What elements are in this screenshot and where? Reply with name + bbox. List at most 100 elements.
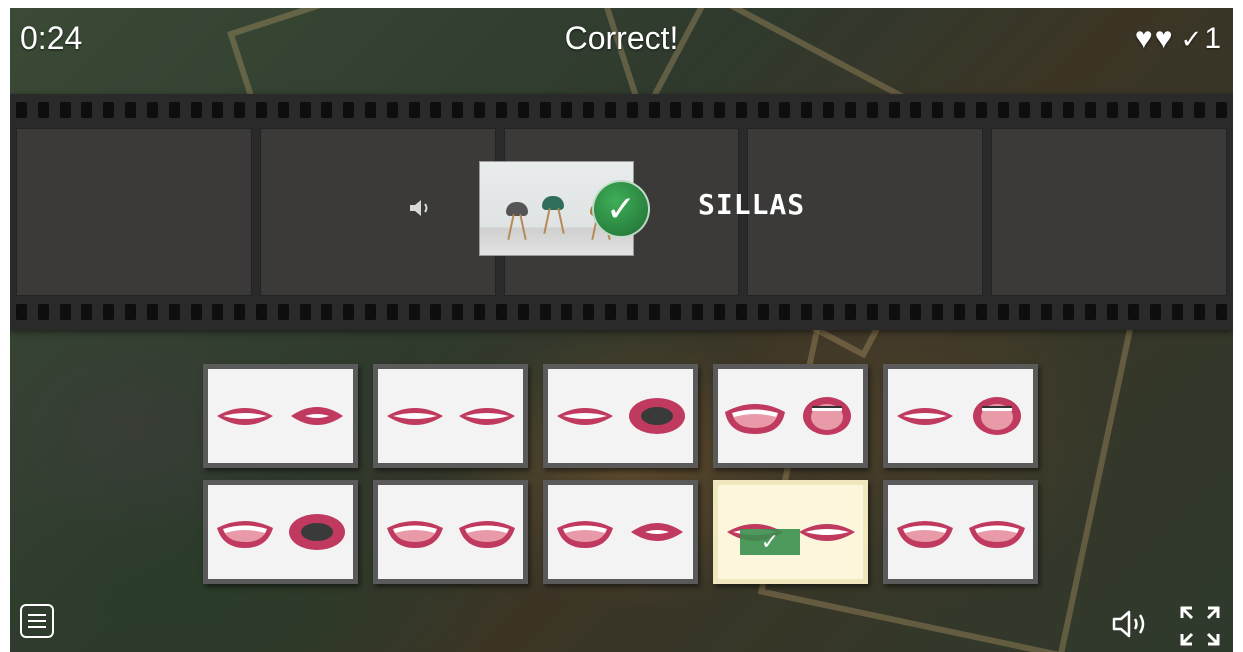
film-hole — [430, 102, 442, 118]
lips-wide-smile-icon — [798, 524, 855, 541]
lips-wide-smile-icon — [458, 408, 515, 425]
film-hole — [997, 304, 1009, 320]
film-hole — [1019, 304, 1031, 320]
film-hole — [1215, 304, 1227, 320]
film-hole — [583, 304, 595, 320]
check-circle-icon: ✓ — [592, 180, 650, 238]
film-hole — [1041, 304, 1053, 320]
answer-card[interactable] — [713, 364, 868, 468]
lips-small-open-icon — [290, 407, 343, 425]
answer-card[interactable] — [883, 364, 1038, 468]
speaker-small-icon[interactable] — [408, 198, 434, 218]
lips-open-wide-icon — [724, 404, 785, 434]
chair-leg — [543, 208, 551, 234]
menu-line — [28, 614, 46, 616]
correct-check-icon: ✓ — [740, 529, 800, 555]
target-word: SILLAS — [698, 188, 806, 221]
check-icon: ✓ — [1180, 23, 1203, 54]
film-hole — [539, 102, 551, 118]
film-hole — [495, 102, 507, 118]
film-hole — [212, 102, 224, 118]
answer-card[interactable] — [883, 480, 1038, 584]
film-hole — [452, 102, 464, 118]
lips-open-tall-icon — [972, 397, 1021, 435]
answer-card[interactable]: ✓ — [713, 480, 868, 584]
film-hole — [168, 102, 180, 118]
answer-card[interactable] — [543, 364, 698, 468]
film-hole — [1084, 102, 1096, 118]
film-hole — [212, 304, 224, 320]
chair-image — [542, 196, 564, 210]
fullscreen-icon[interactable] — [1178, 604, 1222, 648]
film-hole — [16, 304, 27, 320]
film-hole — [844, 304, 856, 320]
film-hole — [37, 304, 49, 320]
film-hole — [844, 102, 856, 118]
film-hole — [1106, 304, 1118, 320]
film-hole — [866, 304, 878, 320]
film-hole — [103, 102, 115, 118]
answer-card[interactable] — [203, 364, 358, 468]
film-hole — [997, 102, 1009, 118]
film-hole — [648, 102, 660, 118]
film-hole — [321, 304, 333, 320]
menu-icon[interactable] — [20, 604, 54, 638]
lips-open-smile-icon — [896, 521, 953, 548]
film-hole — [1215, 102, 1227, 118]
film-hole — [517, 304, 529, 320]
chair-leg — [557, 208, 565, 234]
film-hole — [1193, 102, 1205, 118]
film-hole — [495, 304, 507, 320]
film-hole — [670, 304, 682, 320]
film-hole — [474, 304, 486, 320]
film-hole — [190, 304, 202, 320]
film-hole — [125, 304, 137, 320]
film-hole — [692, 102, 704, 118]
film-hole — [146, 304, 158, 320]
menu-line — [28, 626, 46, 628]
film-hole — [670, 102, 682, 118]
film-hole — [801, 102, 813, 118]
film-hole — [1041, 102, 1053, 118]
film-hole — [1128, 102, 1140, 118]
film-hole — [626, 102, 638, 118]
film-hole — [561, 102, 573, 118]
film-hole — [801, 304, 813, 320]
film-frame — [991, 128, 1227, 296]
answer-card[interactable] — [373, 364, 528, 468]
film-hole — [561, 304, 573, 320]
lips-wide-smile-icon — [216, 408, 273, 425]
game-stage: 0:24 Correct! ♥ ♥ ✓ 1 ✓ SILLAS ✓ — [10, 8, 1233, 652]
answer-card[interactable] — [373, 480, 528, 584]
film-hole — [583, 102, 595, 118]
film-hole — [975, 102, 987, 118]
film-hole — [365, 304, 376, 320]
film-hole — [910, 102, 922, 118]
score-count: 1 — [1204, 22, 1221, 55]
film-hole — [16, 102, 27, 118]
film-hole — [277, 304, 289, 320]
film-hole — [37, 102, 49, 118]
film-hole — [81, 102, 93, 118]
film-hole — [714, 304, 725, 320]
film-hole — [823, 304, 835, 320]
film-hole — [386, 304, 398, 320]
film-hole — [59, 102, 71, 118]
film-hole — [1084, 304, 1096, 320]
lips-small-open-icon — [630, 523, 683, 541]
film-hole — [81, 304, 93, 320]
film-hole — [365, 102, 376, 118]
answer-card[interactable] — [543, 480, 698, 584]
answer-card[interactable] — [203, 480, 358, 584]
film-hole — [386, 102, 398, 118]
film-hole — [1106, 102, 1118, 118]
sound-icon[interactable] — [1110, 608, 1156, 640]
film-hole — [648, 304, 660, 320]
film-hole — [430, 304, 442, 320]
chair-leg — [519, 214, 527, 240]
film-hole — [234, 304, 246, 320]
film-hole — [343, 102, 355, 118]
film-hole — [125, 102, 137, 118]
film-hole — [866, 102, 878, 118]
film-hole — [692, 304, 704, 320]
